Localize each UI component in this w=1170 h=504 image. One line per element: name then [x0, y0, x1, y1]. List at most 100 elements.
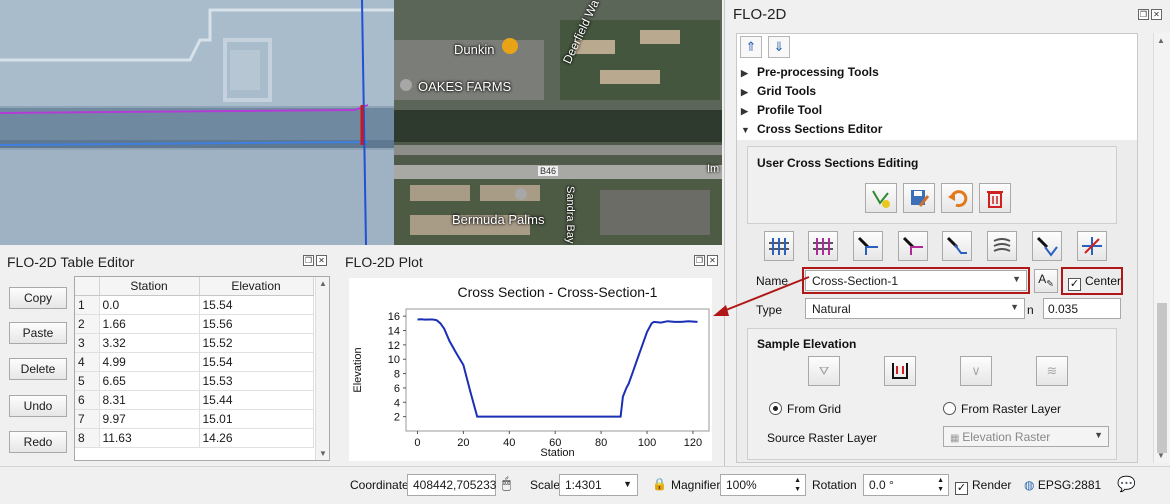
- x-tick-label: 20: [457, 437, 469, 449]
- undo-button[interactable]: Undo: [9, 395, 67, 417]
- paste-button[interactable]: Paste: [9, 322, 67, 344]
- collapse-all-icon[interactable]: ⇓: [768, 36, 790, 58]
- from-raster-layer-radio[interactable]: From Raster Layer: [943, 402, 1061, 416]
- corner-header: [75, 277, 100, 296]
- sample-raster-icon: ⛛: [818, 363, 830, 378]
- tree-item-profile-tool[interactable]: ▶ Profile Tool: [741, 103, 822, 117]
- undo-arrow-icon: [948, 190, 968, 208]
- cross-section-tool-1-icon[interactable]: [764, 231, 794, 261]
- render-checkbox-box[interactable]: ✓: [955, 482, 968, 495]
- y-tick-label: 16: [388, 311, 400, 323]
- table-editor-panel: FLO-2D Table Editor ❐ ✕ Copy Paste Delet…: [0, 250, 336, 466]
- table-row[interactable]: 1 0.0 15.54: [75, 295, 314, 315]
- sample-points-icon: ∨: [971, 363, 981, 378]
- save-cross-sections-button[interactable]: [903, 183, 935, 213]
- from-grid-radio[interactable]: From Grid: [769, 402, 841, 416]
- column-header-elevation[interactable]: Elevation: [199, 277, 314, 296]
- close-icon[interactable]: ✕: [316, 255, 327, 266]
- table-row[interactable]: 7 9.97 15.01: [75, 409, 314, 429]
- cross-section-tool-3-icon[interactable]: [853, 231, 883, 261]
- add-line-icon: [872, 190, 890, 208]
- chevron-down-icon: ▼: [741, 125, 750, 135]
- tree-item-cross-sections-editor[interactable]: ▼ Cross Sections Editor: [741, 122, 882, 136]
- series-line: [417, 318, 698, 418]
- scroll-up-icon[interactable]: ▲: [319, 279, 327, 288]
- cross-section-tool-2-icon[interactable]: [808, 231, 838, 261]
- float-icon[interactable]: ❐: [303, 255, 314, 266]
- magnifier-label: Magnifier: [671, 478, 721, 492]
- scrollbar-thumb[interactable]: [1157, 303, 1167, 453]
- table-scrollbar[interactable]: ▲ ▼: [315, 277, 329, 460]
- sample-elevation-tool-2[interactable]: [884, 356, 916, 386]
- dock-scrollbar[interactable]: ▲ ▼: [1153, 33, 1170, 463]
- messages-icon[interactable]: 💬: [1117, 475, 1136, 493]
- scale-combo[interactable]: 1:4301 ▼: [559, 474, 638, 496]
- manning-n-input[interactable]: 0.035: [1043, 298, 1121, 319]
- scale-label: Scale: [530, 478, 561, 492]
- map-canvas[interactable]: Dunkin OAKES FARMS Bermuda Palms Deerfie…: [0, 0, 722, 245]
- float-icon[interactable]: ❐: [1138, 9, 1149, 20]
- table-row[interactable]: 4 4.99 15.54: [75, 352, 314, 372]
- sample-elevation-tool-4[interactable]: ≋: [1036, 356, 1068, 386]
- magnifier-spinbox[interactable]: 100% ▲ ▼: [720, 474, 806, 496]
- sample-grid-icon: [892, 363, 908, 379]
- crs-button[interactable]: ◍ EPSG:2881: [1024, 478, 1101, 492]
- rotation-spinbox[interactable]: 0.0 ° ▲ ▼: [863, 474, 949, 496]
- expand-all-icon[interactable]: ⇑: [740, 36, 762, 58]
- table-row[interactable]: 8 11.63 14.26: [75, 428, 314, 448]
- spinner-icon[interactable]: ▲ ▼: [794, 476, 801, 494]
- add-cross-section-button[interactable]: [865, 183, 897, 213]
- plot-frame: [405, 308, 710, 432]
- from-grid-radio-dot[interactable]: [769, 402, 782, 415]
- from-raster-radio-dot[interactable]: [943, 402, 956, 415]
- plot-area[interactable]: Cross Section - Cross-Section-1 0 20 40 60 80…: [349, 278, 712, 461]
- delete-cross-section-button[interactable]: [979, 183, 1011, 213]
- table-row[interactable]: 6 8.31 15.44: [75, 390, 314, 410]
- chevron-right-icon: ▶: [741, 68, 748, 78]
- cross-section-tool-7-icon[interactable]: [1032, 231, 1062, 261]
- coordinate-field[interactable]: 408442,705233: [407, 474, 496, 496]
- cross-section-tool-8-icon[interactable]: [1077, 231, 1107, 261]
- y-tick-label: 6: [394, 383, 400, 395]
- close-icon[interactable]: ✕: [1151, 9, 1162, 20]
- plot-panel-title: FLO-2D Plot: [345, 254, 423, 270]
- redo-button[interactable]: Redo: [9, 431, 67, 453]
- x-tick-label: 0: [414, 437, 420, 449]
- chevron-down-icon: ▼: [623, 479, 632, 489]
- table-row[interactable]: 3 3.32 15.52: [75, 333, 314, 353]
- spinner-icon[interactable]: ▲ ▼: [937, 476, 944, 494]
- source-raster-label: Source Raster Layer: [767, 431, 878, 445]
- station-elevation-table[interactable]: Station Elevation 1 0.0 15.54 2 1.66 15.56 3…: [74, 276, 330, 461]
- cross-section-tool-4-icon[interactable]: [898, 231, 928, 261]
- save-edit-icon: [911, 190, 930, 207]
- delete-button[interactable]: Delete: [9, 358, 67, 380]
- cross-section-type-select[interactable]: Natural ▼: [805, 298, 1025, 319]
- sample-elevation-tool-3[interactable]: ∨: [960, 356, 992, 386]
- close-icon[interactable]: ✕: [707, 255, 718, 266]
- scroll-down-icon[interactable]: ▼: [1157, 451, 1165, 460]
- tree-item-preprocessing[interactable]: ▶ Pre-processing Tools: [741, 65, 879, 79]
- x-tick-label: 120: [684, 437, 702, 449]
- render-checkbox[interactable]: ✓ Render: [955, 478, 1011, 495]
- scroll-up-icon[interactable]: ▲: [1157, 36, 1165, 45]
- rename-button[interactable]: A✎: [1034, 269, 1058, 293]
- map-label-bermuda-palms: Bermuda Palms: [452, 212, 545, 227]
- cross-section-tool-6-icon[interactable]: [987, 231, 1017, 261]
- revert-button[interactable]: [941, 183, 973, 213]
- tree-item-grid-tools[interactable]: ▶ Grid Tools: [741, 84, 816, 98]
- cross-section-tool-5-icon[interactable]: [942, 231, 972, 261]
- chevron-right-icon: ▶: [741, 106, 748, 116]
- float-icon[interactable]: ❐: [694, 255, 705, 266]
- scroll-down-icon[interactable]: ▼: [319, 449, 327, 458]
- globe-icon: ◍: [1024, 478, 1035, 492]
- sample-elevation-tool-1[interactable]: ⛛: [808, 356, 840, 386]
- mouse-toggle-icon[interactable]: 🖱: [502, 475, 511, 492]
- trash-icon: [987, 191, 1003, 208]
- source-raster-select[interactable]: ▦ Elevation Raster ▼: [943, 426, 1109, 447]
- column-header-station[interactable]: Station: [99, 277, 200, 296]
- table-row[interactable]: 5 6.65 15.53: [75, 371, 314, 391]
- lock-icon[interactable]: 🔒: [652, 477, 667, 491]
- copy-button[interactable]: Copy: [9, 287, 67, 309]
- raster-layer-icon: ▦: [950, 433, 963, 444]
- table-row[interactable]: 2 1.66 15.56: [75, 314, 314, 334]
